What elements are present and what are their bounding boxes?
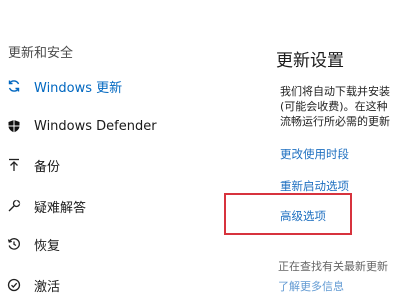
sidebar-item-windows-update[interactable]: Windows 更新 [0,72,230,100]
sidebar-item-recovery[interactable]: 恢复 [0,230,230,258]
highlight-annotation-box [224,193,352,235]
sidebar-item-activation[interactable]: 激活 [0,271,230,299]
sidebar-section-title: 更新和安全 [8,46,74,61]
update-info-text: 正在查找有关最新更新 [278,260,388,273]
description-line: (可能会收费)。在这种 [280,100,388,113]
sidebar: 更新和安全 Windows 更新 Windows Defender 备份 疑难解… [0,0,230,301]
description-line: 流畅运行所必需的更新 [280,115,390,128]
page-title: 更新设置 [276,51,344,71]
backup-arrow-icon [6,157,22,173]
learn-more-link[interactable]: 了解更多信息 [278,278,344,294]
main-content: 更新设置 我们将自动下载并安装 (可能会收费)。在这种 流畅运行所必需的更新 更… [230,0,400,301]
sidebar-item-label: 疑难解答 [34,200,87,216]
sidebar-item-windows-defender[interactable]: Windows Defender [0,112,230,140]
change-active-hours-link[interactable]: 更改使用时段 [280,146,349,162]
sidebar-item-label: 恢复 [34,238,61,254]
sidebar-item-label: 备份 [34,159,61,175]
sidebar-item-label: Windows Defender [34,118,157,134]
check-circle-icon [6,277,22,293]
sidebar-item-troubleshoot[interactable]: 疑难解答 [0,192,230,220]
restart-options-link[interactable]: 重新启动选项 [280,178,349,194]
refresh-icon [6,78,22,94]
update-description: 我们将自动下载并安装 (可能会收费)。在这种 流畅运行所必需的更新 [280,84,400,129]
shield-icon [6,118,22,134]
sidebar-item-label: 激活 [34,279,61,295]
sidebar-item-backup[interactable]: 备份 [0,151,230,179]
description-line: 我们将自动下载并安装 [280,85,390,98]
settings-window: 更新和安全 Windows 更新 Windows Defender 备份 疑难解… [0,0,400,301]
sidebar-item-label: Windows 更新 [34,80,123,96]
wrench-icon [6,198,22,214]
history-icon [6,236,22,252]
